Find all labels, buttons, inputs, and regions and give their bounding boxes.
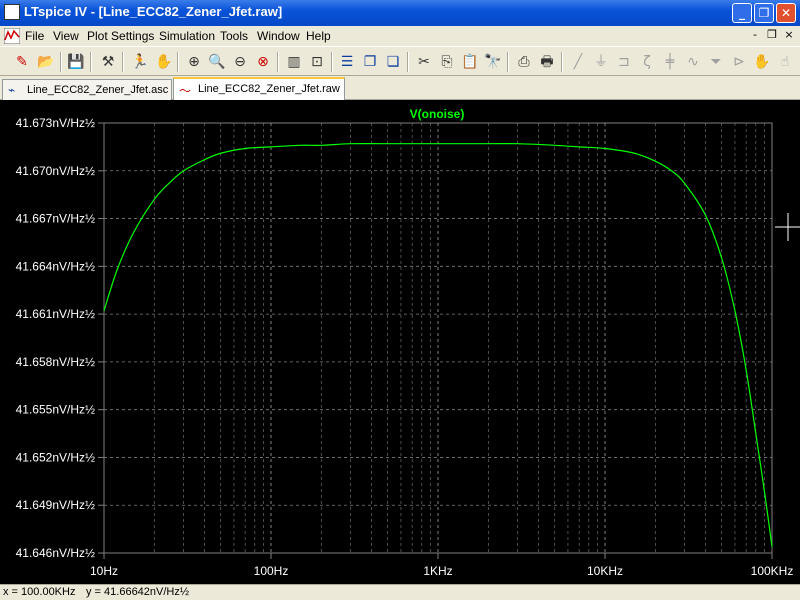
title-bar: LTspice IV - [Line_ECC82_Zener_Jfet.raw]… [0, 0, 800, 26]
x-tick-label: 100KHz [751, 564, 794, 578]
x-tick-label: 10KHz [587, 564, 623, 578]
zoom-box-icon[interactable]: ⊡ [307, 52, 327, 72]
run-icon[interactable]: 🏃 [130, 52, 150, 72]
cursor-x-readout: x = 100.00KHz [3, 586, 76, 598]
plot-frame [103, 122, 773, 554]
waveform-viewer[interactable]: 41.673nV/Hz½ 41.670nV/Hz½ 41.667nV/Hz½ 41.6… [0, 100, 800, 584]
mdi-close-button[interactable]: × [782, 28, 796, 42]
menu-help[interactable]: Help [306, 29, 331, 43]
cascade-icon[interactable]: ❐ [360, 52, 380, 72]
print-icon[interactable]: 🖶 [537, 52, 557, 72]
waveform-icon[interactable] [4, 28, 20, 44]
toolbar-separator [407, 52, 409, 72]
cut-icon[interactable]: ✂ [414, 52, 434, 72]
close-button[interactable]: ✕ [776, 3, 796, 23]
tile-horizontal-icon[interactable]: ☰ [337, 52, 357, 72]
toolbar-separator [122, 52, 124, 72]
ground-icon[interactable]: ⏚ [591, 52, 611, 72]
toolbar-separator [331, 52, 333, 72]
x-tick-label: 10Hz [90, 564, 118, 578]
zoom-in-icon[interactable]: ⊕ [184, 52, 204, 72]
print-preview-icon[interactable]: ⎙ [514, 52, 534, 72]
noise-plot[interactable]: 41.673nV/Hz½ 41.670nV/Hz½ 41.667nV/Hz½ 41.6… [0, 100, 800, 584]
y-tick-label: 41.667nV/Hz½ [16, 212, 95, 226]
label-icon[interactable]: ⊐ [614, 52, 634, 72]
mdi-minimize-button[interactable]: - [748, 28, 762, 42]
toolbar-separator [90, 52, 92, 72]
document-tab-bar: ⌁ Line_ECC82_Zener_Jfet.asc 〜 Line_ECC82… [0, 76, 800, 100]
mdi-restore-button[interactable]: ❐ [765, 28, 779, 42]
toolbar: ✎ 📂 💾 ⚒ 🏃 ✋ ⊕ 🔍 ⊖ ⊗ ▥ ⊡ ☰ ❐ ❏ ✂ ⎘ 📋 🔭 ⎙ … [0, 46, 800, 76]
y-tick-label: 41.646nV/Hz½ [16, 546, 95, 560]
tab-schematic[interactable]: ⌁ Line_ECC82_Zener_Jfet.asc [2, 79, 172, 100]
wire-icon[interactable]: ╱ [568, 52, 588, 72]
schematic-icon: ⌁ [8, 83, 16, 97]
menu-plot-settings[interactable]: Plot Settings [87, 29, 154, 43]
inductor-icon[interactable]: ∿ [683, 52, 703, 72]
crosshair-cursor [775, 213, 800, 241]
y-tick-label: 41.670nV/Hz½ [16, 164, 95, 178]
y-tick-label: 41.661nV/Hz½ [16, 307, 95, 321]
y-tick-label: 41.673nV/Hz½ [16, 116, 95, 130]
halt-icon[interactable]: ✋ [154, 52, 174, 72]
autoscale-icon[interactable]: ▥ [284, 52, 304, 72]
open-file-icon[interactable]: 📂 [36, 52, 56, 72]
menu-file[interactable]: File [25, 29, 44, 43]
menu-window[interactable]: Window [257, 29, 300, 43]
menu-tools[interactable]: Tools [220, 29, 248, 43]
zoom-pan-icon[interactable]: 🔍 [207, 52, 227, 72]
toolbar-separator [60, 52, 62, 72]
y-tick-label: 41.652nV/Hz½ [16, 450, 95, 464]
menu-view[interactable]: View [53, 29, 79, 43]
open-schematic-icon[interactable]: ✎ [12, 52, 32, 72]
tile-vertical-icon[interactable]: ❏ [383, 52, 403, 72]
component-icon[interactable]: ⊳ [729, 52, 749, 72]
resistor-icon[interactable]: ζ [637, 52, 657, 72]
capacitor-icon[interactable]: ╪ [660, 52, 680, 72]
x-tick-label: 100Hz [254, 564, 289, 578]
zoom-cancel-icon[interactable]: ⊗ [253, 52, 273, 72]
control-panel-icon[interactable]: ⚒ [98, 52, 118, 72]
tab-label: Line_ECC82_Zener_Jfet.asc [27, 84, 169, 96]
status-bar: x = 100.00KHz y = 41.66642nV/Hz½ [0, 584, 800, 600]
window-title: LTspice IV - [Line_ECC82_Zener_Jfet.raw] [24, 4, 283, 19]
minimize-button[interactable]: _ [732, 3, 752, 23]
diode-icon[interactable]: ⏷ [706, 52, 726, 72]
tab-label: Line_ECC82_Zener_Jfet.raw [198, 83, 340, 95]
y-tick-label: 41.658nV/Hz½ [16, 355, 95, 369]
toolbar-separator [561, 52, 563, 72]
trace-title[interactable]: V(onoise) [410, 107, 465, 121]
waveform-icon: 〜 [179, 84, 192, 98]
toolbar-separator [277, 52, 279, 72]
menu-simulation[interactable]: Simulation [159, 29, 215, 43]
zoom-out-icon[interactable]: ⊖ [230, 52, 250, 72]
move-icon[interactable]: ✋ [752, 52, 772, 72]
y-tick-label: 41.649nV/Hz½ [16, 498, 95, 512]
copy-icon[interactable]: ⎘ [437, 52, 457, 72]
menu-bar: File View Plot Settings Simulation Tools… [0, 26, 800, 46]
paste-icon[interactable]: 📋 [460, 52, 480, 72]
y-tick-label: 41.664nV/Hz½ [16, 259, 95, 273]
y-tick-label: 41.655nV/Hz½ [16, 403, 95, 417]
restore-button[interactable]: ❐ [754, 3, 774, 23]
cursor-y-readout: y = 41.66642nV/Hz½ [86, 586, 190, 598]
toolbar-separator [177, 52, 179, 72]
save-icon[interactable]: 💾 [66, 52, 86, 72]
toolbar-separator [507, 52, 509, 72]
ltspice-app-icon [4, 4, 20, 20]
tab-waveform[interactable]: 〜 Line_ECC82_Zener_Jfet.raw [173, 77, 345, 100]
drag-icon[interactable]: ☝ [775, 52, 795, 72]
x-tick-label: 1KHz [423, 564, 452, 578]
find-icon[interactable]: 🔭 [483, 52, 503, 72]
